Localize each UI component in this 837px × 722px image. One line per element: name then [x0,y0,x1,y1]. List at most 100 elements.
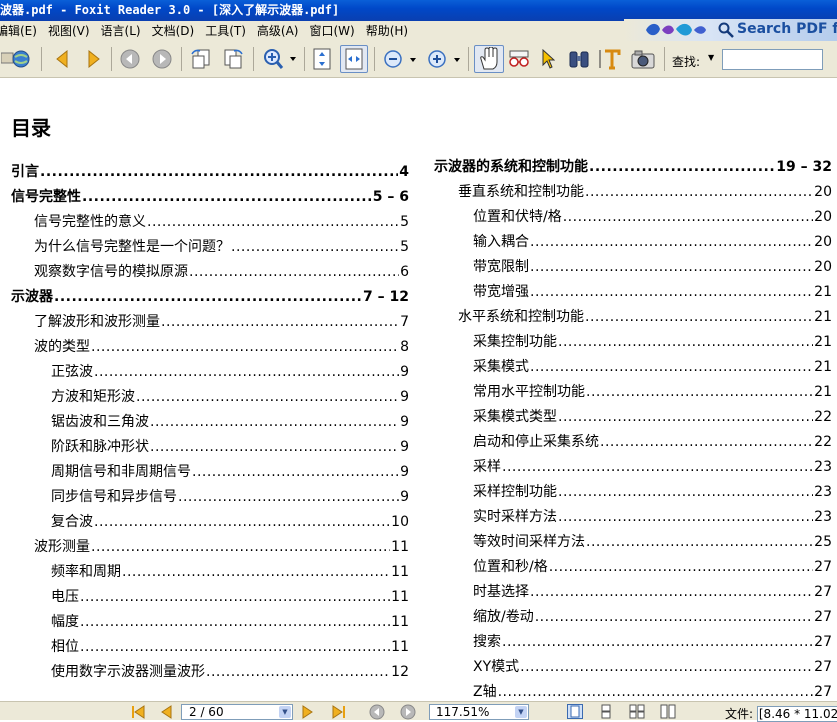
toc-entry-label: 阶跃和脉冲形状 [51,439,149,455]
toc-entry[interactable]: 位置和秒/格 27 [473,556,832,576]
toc-entry[interactable]: 位置和伏特/格 20 [473,206,832,226]
toc-entry[interactable]: 信号完整性 5 – 6 [11,186,409,206]
toc-entry[interactable]: 为什么信号完整性是一个问题？ 5 [34,236,409,256]
toc-entry-label: 采样控制功能 [473,484,557,500]
next-page-status-button[interactable] [302,704,314,719]
toc-entry[interactable]: 时基选择 27 [473,581,832,601]
toc-entry[interactable]: 复合波 10 [51,511,409,531]
toc-entry[interactable]: 了解波形和波形测量 7 [34,311,409,331]
toc-entry[interactable]: 实时采样方法 23 [473,506,832,526]
toc-entry-page: 9 [400,464,409,480]
search-banner[interactable]: Search PDF f [624,19,837,43]
toc-entry-label: 频率和周期 [51,564,121,580]
go-back-button[interactable] [118,45,142,73]
rotate-left-button[interactable] [188,45,214,73]
toc-entry[interactable]: 正弦波 9 [51,361,409,381]
toc-entry[interactable]: XY模式 27 [473,656,832,676]
toc-entry-page: 27 [814,634,832,650]
toc-entry[interactable]: 电压 11 [51,586,409,606]
window-title-bar[interactable]: 波器.pdf - Foxit Reader 3.0 - [深入了解示波器.pdf… [0,0,837,21]
toc-entry[interactable]: 示波器的系统和控制功能 19 – 32 [434,156,832,176]
toc-entry[interactable]: 方波和矩形波 9 [51,386,409,406]
next-page-button[interactable] [82,45,106,73]
toc-entry[interactable]: 采样控制功能 23 [473,481,832,501]
menu-item-5[interactable]: 高级(A) [257,21,299,41]
find-binoculars-button[interactable] [566,45,592,73]
camera-snapshot-button[interactable] [628,45,658,73]
toc-entry[interactable]: 搜索 27 [473,631,832,651]
snapshot-tool-button[interactable] [506,45,532,73]
page-dropdown-icon[interactable]: ▼ [279,706,291,718]
zoom-in-button[interactable] [424,45,462,73]
toc-entry[interactable]: 带宽限制 20 [473,256,832,276]
toc-entry[interactable]: 频率和周期 11 [51,561,409,581]
prev-page-status-button[interactable] [160,704,172,719]
toc-entry-label: 幅度 [51,614,79,630]
find-input[interactable] [722,49,823,70]
search-pdf-link[interactable]: Search PDF f [737,21,837,37]
toc-entry[interactable]: 缩放/卷动 27 [473,606,832,626]
menu-item-1[interactable]: 视图(V) [48,21,90,41]
toc-entry[interactable]: 观察数字信号的模拟原源 6 [34,261,409,281]
fit-page-button[interactable] [310,45,334,73]
select-tool-button[interactable] [536,45,560,73]
continuous-page-icon [601,704,611,719]
email-globe-button[interactable] [0,45,36,73]
facing-view-button[interactable] [629,704,645,719]
toc-entry[interactable]: 常用水平控制功能 21 [473,381,832,401]
toc-leader-dots [502,634,813,650]
fit-width-button[interactable] [340,45,368,73]
toc-entry[interactable]: 周期信号和非周期信号 9 [51,461,409,481]
toc-entry[interactable]: 相位 11 [51,636,409,656]
typewriter-tool-button[interactable] [596,45,624,73]
toc-entry[interactable]: 启动和停止采集系统 22 [473,431,832,451]
status-bar: 2 / 60 ▼ 117.51% ▼ 文件: [8.46 * 11.02 [0,701,837,722]
find-options-dropdown[interactable]: ▼ [708,53,714,62]
menu-item-6[interactable]: 窗口(W) [309,21,354,41]
go-forward-button[interactable] [150,45,174,73]
hand-tool-button[interactable] [474,45,504,73]
toc-entry[interactable]: 波的类型 8 [34,336,409,356]
toc-entry[interactable]: 示波器 7 – 12 [11,286,409,306]
toc-entry[interactable]: 信号完整性的意义 5 [34,211,409,231]
toc-entry[interactable]: 采集模式类型 22 [473,406,832,426]
first-page-button[interactable] [131,704,145,719]
toc-entry[interactable]: 带宽增强 21 [473,281,832,301]
toc-entry[interactable]: 使用数字示波器测量波形 12 [51,661,409,681]
toc-entry[interactable]: 采集模式 21 [473,356,832,376]
toc-entry[interactable]: 幅度 11 [51,611,409,631]
toc-entry-page: 19 – 32 [776,159,832,175]
continuous-facing-view-button[interactable] [660,704,676,719]
single-page-view-button[interactable] [567,704,583,719]
status-forward-button[interactable] [400,704,416,719]
toc-entry[interactable]: 波形测量 11 [34,536,409,556]
last-page-button[interactable] [332,704,346,719]
previous-page-button[interactable] [50,45,74,73]
toc-entry[interactable]: 输入耦合 20 [473,231,832,251]
toc-entry[interactable]: 等效时间采样方法 25 [473,531,832,551]
menu-item-4[interactable]: 工具(T) [205,21,246,41]
status-back-button[interactable] [369,704,385,719]
zoom-tool-button[interactable] [260,45,298,73]
zoom-level-field[interactable]: 117.51% ▼ [429,704,529,720]
toc-entry[interactable]: 采集控制功能 21 [473,331,832,351]
toc-entry-page: 21 [814,359,832,375]
rotate-right-button[interactable] [220,45,246,73]
menu-item-0[interactable]: 编辑(E) [0,21,37,41]
toc-entry[interactable]: 采样 23 [473,456,832,476]
toc-entry[interactable]: 水平系统和控制功能 21 [458,306,832,326]
continuous-view-button[interactable] [598,704,614,719]
toc-entry[interactable]: 垂直系统和控制功能 20 [458,181,832,201]
toc-entry[interactable]: 同步信号和异步信号 9 [51,486,409,506]
menu-item-2[interactable]: 语言(L) [101,21,141,41]
document-view[interactable]: 目录 引言 4 信号完整性 5 – 6 信号完整性的意义 5 为什么信号完整性是一个问题？ 5… [0,79,837,701]
zoom-out-button[interactable] [380,45,418,73]
page-number-field[interactable]: 2 / 60 ▼ [181,704,293,720]
menu-item-7[interactable]: 帮助(H) [366,21,408,41]
toc-entry[interactable]: Z轴 27 [473,681,832,701]
zoom-dropdown-icon[interactable]: ▼ [515,706,527,718]
toc-entry[interactable]: 锯齿波和三角波 9 [51,411,409,431]
menu-item-3[interactable]: 文档(D) [152,21,195,41]
toc-entry[interactable]: 引言 4 [11,161,409,181]
toc-entry[interactable]: 阶跃和脉冲形状 9 [51,436,409,456]
